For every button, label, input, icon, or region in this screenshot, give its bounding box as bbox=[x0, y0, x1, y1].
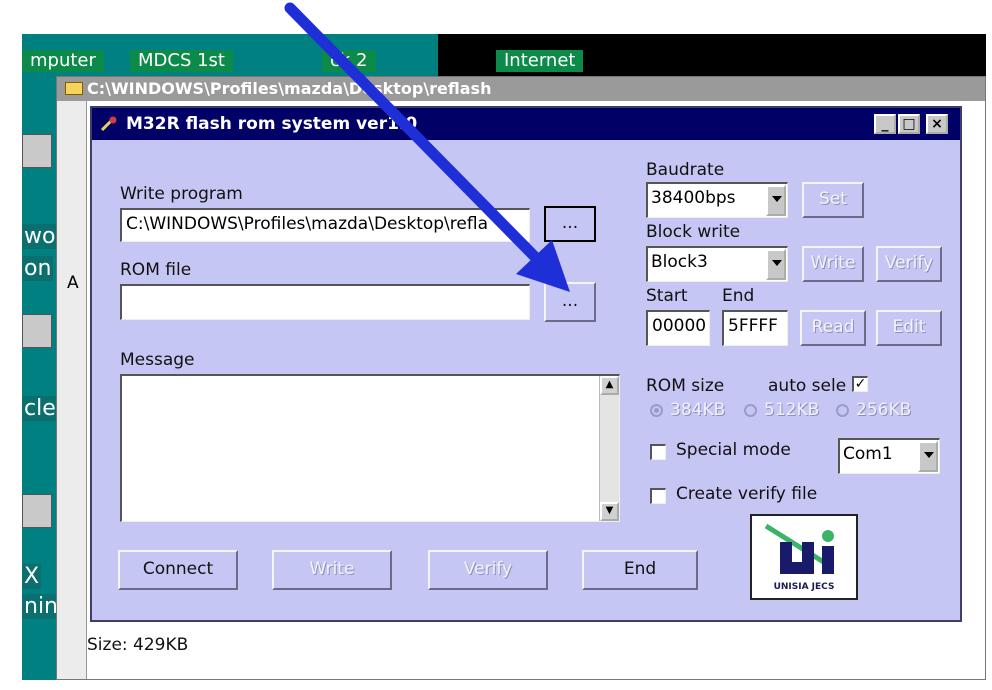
write-button[interactable]: Write bbox=[272, 550, 392, 590]
desktop-icon-label-internet[interactable]: Internet bbox=[496, 50, 584, 72]
folder-icon bbox=[65, 82, 83, 95]
status-size: Size: 429KB bbox=[87, 635, 189, 655]
desktop-side-text: on bbox=[22, 256, 54, 281]
verify-button[interactable]: Verify bbox=[428, 550, 548, 590]
desktop-icon[interactable] bbox=[22, 494, 52, 528]
explorer-title: C:\WINDOWS\Profiles\mazda\Desktop\reflas… bbox=[87, 79, 492, 98]
read-button[interactable]: Read bbox=[800, 310, 866, 346]
desktop-side-text: cle bbox=[22, 396, 58, 421]
logo-text: UNISIA JECS bbox=[773, 582, 835, 592]
auto-select-checkbox[interactable]: ✓ bbox=[852, 376, 868, 392]
rom-file-input[interactable] bbox=[120, 284, 530, 320]
explorer-titlebar[interactable]: C:\WINDOWS\Profiles\mazda\Desktop\reflas… bbox=[57, 77, 985, 101]
baudrate-value: 38400bps bbox=[651, 188, 736, 208]
maximize-button[interactable]: □ bbox=[898, 114, 920, 134]
edit-button[interactable]: Edit bbox=[876, 310, 942, 346]
write-program-input[interactable]: C:\WINDOWS\Profiles\mazda\Desktop\refla bbox=[120, 208, 530, 242]
scroll-up-arrow-icon[interactable]: ▲ bbox=[600, 376, 619, 395]
desktop-icon[interactable] bbox=[22, 314, 52, 348]
wrench-icon bbox=[100, 116, 117, 132]
rom-file-browse-button[interactable]: ... bbox=[544, 282, 596, 322]
unisia-jecs-logo-icon bbox=[764, 523, 834, 574]
desktop-icon-label-computer[interactable]: mputer bbox=[22, 50, 104, 72]
minimize-button[interactable]: _ bbox=[874, 114, 896, 134]
message-label: Message bbox=[120, 350, 195, 370]
create-verify-label: Create verify file bbox=[676, 484, 818, 504]
end-address-input[interactable]: 5FFFF bbox=[722, 310, 788, 346]
desktop-side-text: X bbox=[22, 564, 42, 589]
baudrate-select[interactable]: 38400bps bbox=[646, 182, 788, 218]
scroll-down-arrow-icon[interactable]: ▼ bbox=[600, 502, 619, 521]
com-port-value: Com1 bbox=[843, 444, 893, 464]
explorer-left-char: A bbox=[67, 273, 79, 293]
write-program-browse-button[interactable]: ... bbox=[544, 206, 596, 242]
chevron-down-icon[interactable] bbox=[766, 185, 786, 216]
baudrate-label: Baudrate bbox=[646, 160, 725, 180]
special-mode-checkbox[interactable] bbox=[650, 444, 666, 460]
dialog-titlebar[interactable]: M32R flash rom system ver1.0 _ □ × bbox=[92, 108, 960, 140]
rom-size-512-label: 512KB bbox=[764, 400, 820, 420]
start-address-input[interactable]: 00000 bbox=[646, 310, 710, 346]
rom-size-384-radio[interactable] bbox=[650, 404, 663, 417]
block-write-label: Block write bbox=[646, 222, 741, 242]
set-button[interactable]: Set bbox=[802, 182, 864, 218]
message-scrollbar[interactable]: ▲ ▼ bbox=[599, 376, 619, 521]
special-mode-label: Special mode bbox=[676, 440, 791, 460]
block-write-select[interactable]: Block3 bbox=[646, 246, 788, 282]
explorer-left-pane: A bbox=[57, 101, 87, 679]
rom-size-512-radio[interactable] bbox=[744, 404, 757, 417]
desktop-side-text: nin bbox=[22, 594, 60, 619]
end-button[interactable]: End bbox=[582, 550, 698, 590]
block-verify-button[interactable]: Verify bbox=[876, 246, 942, 282]
rom-size-256-radio[interactable] bbox=[836, 404, 849, 417]
message-textarea[interactable]: ▲ ▼ bbox=[120, 374, 620, 522]
unisia-jecs-logo: UNISIA JECS bbox=[750, 514, 858, 600]
rom-size-384-label: 384KB bbox=[670, 400, 726, 420]
rom-file-label: ROM file bbox=[120, 260, 192, 280]
auto-select-label: auto sele bbox=[768, 376, 847, 396]
end-label: End bbox=[722, 286, 755, 306]
start-label: Start bbox=[646, 286, 688, 306]
rom-size-label: ROM size bbox=[646, 376, 725, 396]
chevron-down-icon[interactable] bbox=[766, 249, 786, 280]
write-program-label: Write program bbox=[120, 184, 243, 204]
desktop-icon-label-mdcs[interactable]: MDCS 1st bbox=[130, 50, 233, 72]
desktop-icon[interactable] bbox=[22, 134, 52, 168]
block-write-value: Block3 bbox=[651, 252, 708, 272]
rom-size-256-label: 256KB bbox=[856, 400, 912, 420]
flash-rom-dialog: M32R flash rom system ver1.0 _ □ × Write… bbox=[90, 106, 962, 622]
desktop-icon-label-ck2[interactable]: ck 2 bbox=[322, 50, 376, 72]
com-port-select[interactable]: Com1 bbox=[838, 438, 940, 474]
close-button[interactable]: × bbox=[926, 114, 948, 134]
chevron-down-icon[interactable] bbox=[918, 441, 938, 472]
desktop-side-text: wo bbox=[22, 224, 58, 249]
connect-button[interactable]: Connect bbox=[118, 550, 238, 590]
create-verify-checkbox[interactable] bbox=[650, 488, 666, 504]
block-write-button[interactable]: Write bbox=[802, 246, 864, 282]
dialog-title: M32R flash rom system ver1.0 bbox=[126, 114, 418, 134]
